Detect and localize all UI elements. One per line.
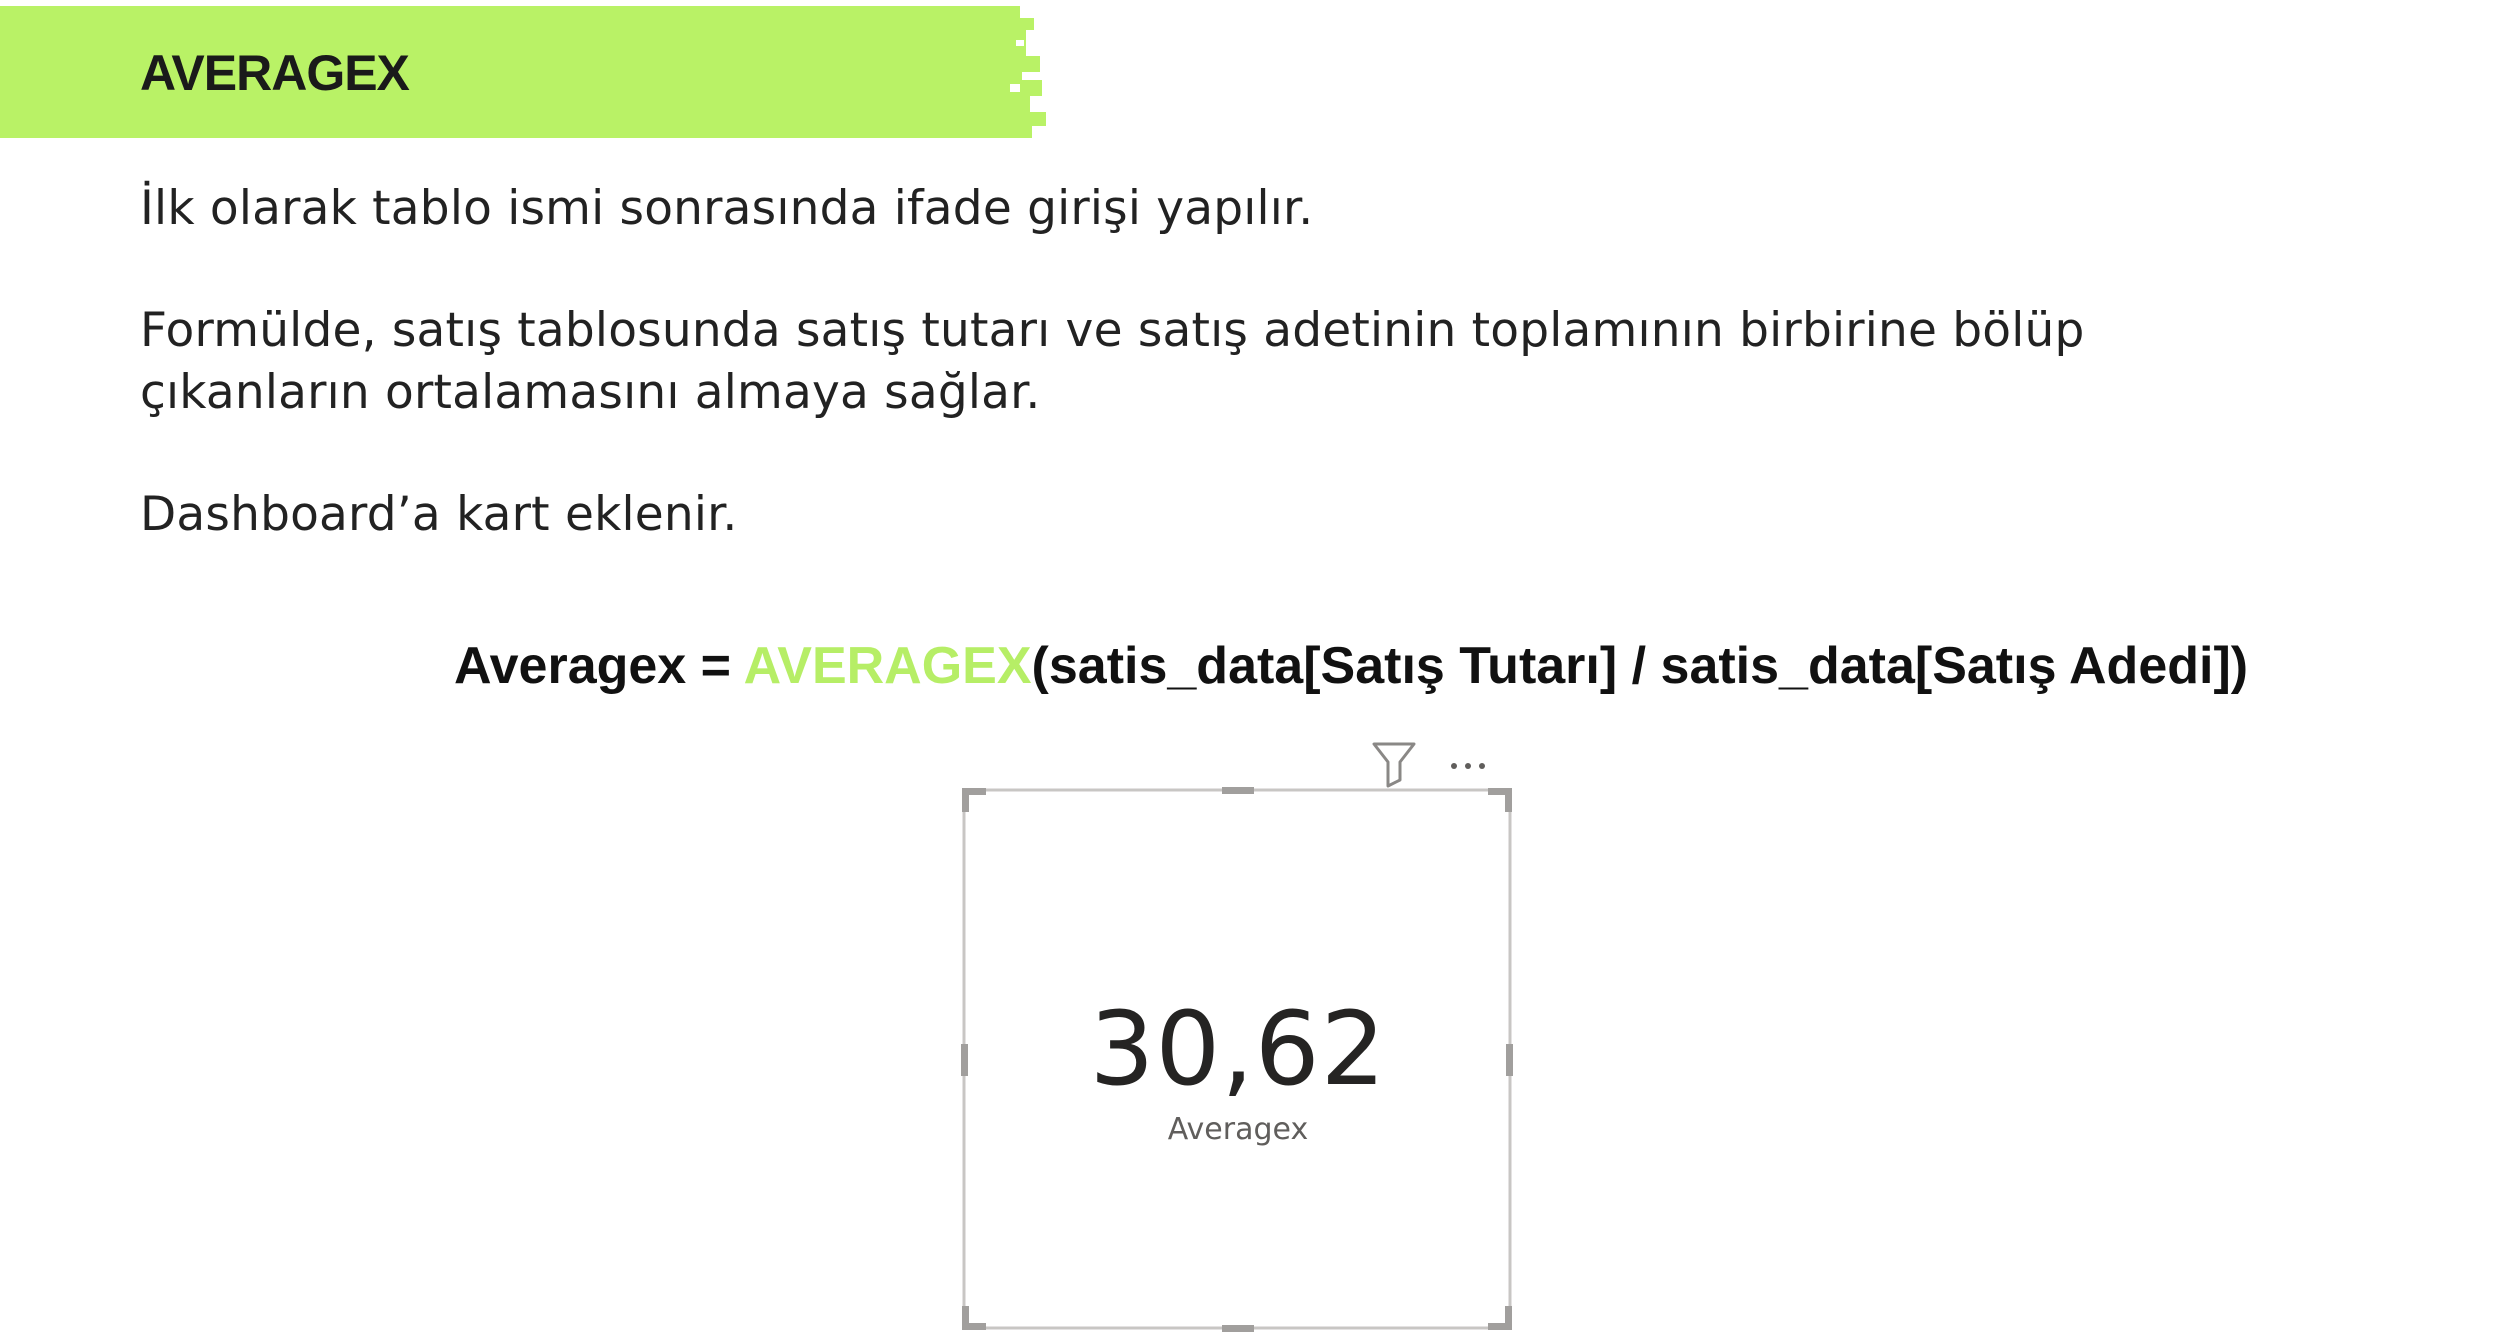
more-options-icon[interactable] xyxy=(1451,763,1485,769)
formula-arguments: (satis_data[Satış Tutarı] / satis_data[S… xyxy=(1031,637,2249,695)
section-header: AVERAGEX xyxy=(0,0,1060,140)
card-label: Averagex xyxy=(1167,1112,1309,1147)
card-value: 30,62 xyxy=(1089,990,1387,1109)
card-visual[interactable]: 30,62 Averagex xyxy=(950,740,1526,1340)
dax-formula: Averagex = AVERAGEX(satis_data[Satış Tut… xyxy=(454,636,2248,696)
filter-icon[interactable] xyxy=(1372,742,1416,788)
paragraph-line: çıkanların ortalamasını almaya sağlar. xyxy=(140,365,1041,420)
section-title: AVERAGEX xyxy=(140,45,410,101)
paragraph-dashboard: Dashboard’a kart eklenir. xyxy=(140,487,738,542)
paragraph-formula-description: Formülde, satış tablosunda satış tutarı … xyxy=(140,300,2340,424)
formula-measure-name: Averagex = xyxy=(454,637,744,695)
formula-function-name: AVERAGEX xyxy=(743,637,1032,695)
paragraph-line: Formülde, satış tablosunda satış tutarı … xyxy=(140,303,2085,358)
paragraph-intro: İlk olarak tablo ismi sonrasında ifade g… xyxy=(140,181,1314,236)
